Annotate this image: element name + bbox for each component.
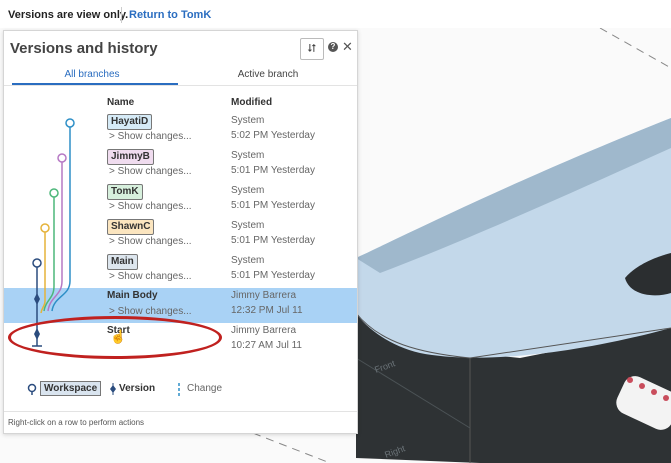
branch-icon: ⮃ — [307, 43, 317, 55]
workspace-node — [40, 223, 50, 233]
modified-time: 5:01 PM Yesterday — [231, 270, 315, 281]
show-changes-link[interactable]: > Show changes... — [109, 271, 192, 282]
version-node — [34, 328, 40, 340]
modified-time: 5:01 PM Yesterday — [231, 235, 315, 246]
version-legend-label: Version — [119, 383, 156, 394]
workspace-node — [57, 153, 67, 163]
view-only-notice-bar: Versions are view only. Return to TomK — [0, 0, 671, 28]
close-icon[interactable]: ✕ — [342, 39, 353, 55]
tab-all-branches[interactable]: All branches — [4, 69, 180, 80]
modified-by: System — [231, 185, 265, 196]
divider — [121, 7, 122, 23]
versions-history-panel: Versions and history ⮃ ? ✕ All branches … — [3, 30, 358, 434]
modified-time: 12:32 PM Jul 11 — [231, 305, 303, 316]
branch-tag: ShawnC — [107, 219, 155, 235]
branch-tag: Main — [107, 254, 138, 270]
version-legend-icon — [110, 383, 116, 395]
modified-time: 10:27 AM Jul 11 — [231, 340, 302, 351]
show-changes-link[interactable]: > Show changes... — [109, 201, 192, 212]
version-node — [34, 293, 40, 305]
show-changes-link[interactable]: > Show changes... — [109, 236, 192, 247]
help-icon[interactable]: ? — [328, 42, 338, 52]
workspace-legend-icon — [27, 383, 37, 395]
version-name: Main Body — [107, 290, 158, 301]
branch-tag: HayatiD — [107, 114, 153, 130]
show-changes-link[interactable]: > Show changes... — [109, 166, 192, 177]
modified-by: System — [231, 220, 265, 231]
branch-graph — [32, 118, 75, 347]
tab-divider — [4, 85, 357, 86]
view-only-message: Versions are view only. — [8, 9, 129, 21]
create-branch-button[interactable]: ⮃ — [300, 38, 324, 60]
modified-time: 5:02 PM Yesterday — [231, 130, 315, 141]
panel-title: Versions and history — [10, 40, 158, 57]
modified-column-header: Modified — [231, 97, 273, 108]
workspace-node — [65, 118, 75, 128]
modified-by: System — [231, 255, 265, 266]
modified-by: System — [231, 115, 265, 126]
show-changes-link[interactable]: > Show changes... — [109, 131, 192, 142]
modified-by: Jimmy Barrera — [231, 290, 297, 301]
change-legend-label: Change — [187, 383, 223, 394]
tab-active-branch[interactable]: Active branch — [180, 69, 356, 80]
modified-by: Jimmy Barrera — [231, 325, 297, 336]
workspace-node — [49, 188, 59, 198]
show-changes-link[interactable]: > Show changes... — [109, 306, 192, 317]
hand-cursor-icon: ☝ — [110, 329, 127, 344]
footer-divider — [4, 411, 357, 412]
return-to-workspace-link[interactable]: Return to TomK — [129, 9, 211, 21]
modified-by: System — [231, 150, 265, 161]
workspace-node — [32, 258, 42, 268]
graph-legend: Workspace Version Change — [4, 381, 357, 401]
modified-time: 5:01 PM Yesterday — [231, 165, 315, 176]
footer-hint: Right-click on a row to perform actions — [8, 418, 145, 427]
change-legend-icon — [178, 383, 180, 397]
branch-tag: JimmyB — [107, 149, 154, 165]
branch-tag: TomK — [107, 184, 143, 200]
workspace-legend-label: Workspace — [40, 381, 102, 396]
modified-time: 5:01 PM Yesterday — [231, 200, 315, 211]
name-column-header: Name — [107, 97, 135, 108]
